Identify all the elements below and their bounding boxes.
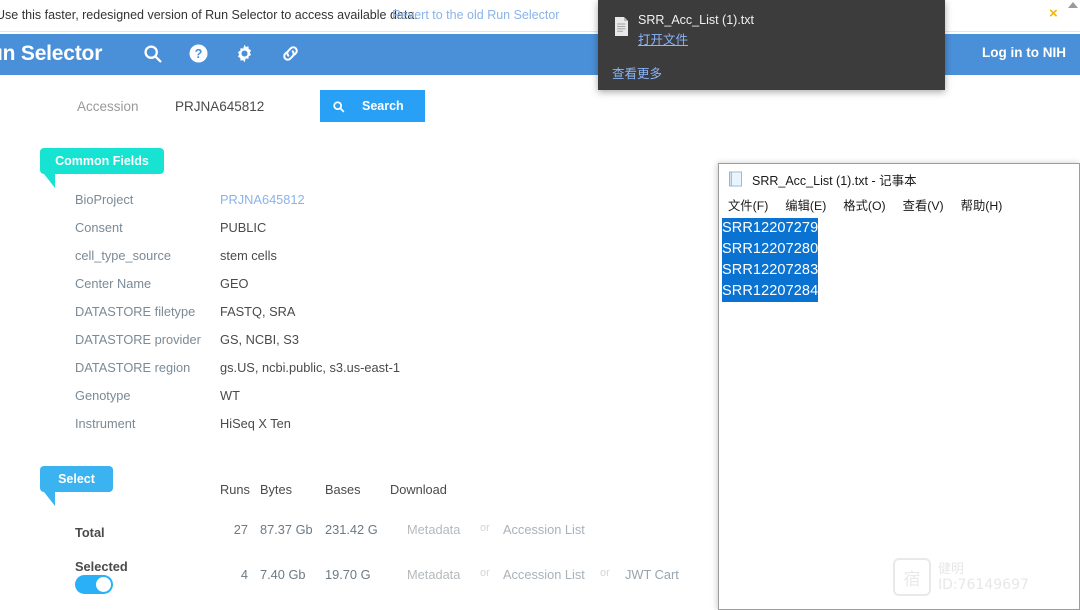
page-title: un Selector <box>0 42 103 65</box>
total-runs: 27 <box>233 522 248 537</box>
column-header-bases: Bases <box>325 482 361 497</box>
field-key: DATASTORE region <box>75 360 191 375</box>
table-row: DATASTORE filetype FASTQ, SRA <box>75 304 545 332</box>
help-icon[interactable]: ? <box>186 41 211 66</box>
notepad-titlebar[interactable]: SRR_Acc_List (1).txt - 记事本 <box>719 164 1079 194</box>
select-tag[interactable]: Select <box>40 466 113 506</box>
row-label-selected: Selected <box>75 559 128 574</box>
total-bytes: 87.37 Gb <box>260 522 313 537</box>
notepad-title: SRR_Acc_List (1).txt - 记事本 <box>752 173 917 188</box>
selected-metadata-link[interactable]: Metadata <box>407 567 460 582</box>
download-popup: SRR_Acc_List (1).txt 打开文件 查看更多 <box>598 0 945 90</box>
selected-toggle[interactable] <box>75 575 113 594</box>
text-line: SRR12207279 <box>722 218 819 239</box>
table-row-selected: 4 7.40 Gb 19.70 G Metadata or Accession … <box>215 567 735 610</box>
selected-bytes: 7.40 Gb <box>260 567 306 582</box>
table-row: cell_type_source stem cells <box>75 248 545 276</box>
selected-or-separator-2: or <box>600 567 610 579</box>
field-key: DATASTORE filetype <box>75 304 196 319</box>
search-button[interactable]: Search <box>320 90 425 122</box>
field-key: Consent <box>75 220 123 235</box>
total-accession-list-link[interactable]: Accession List <box>503 522 585 537</box>
search-icon[interactable] <box>140 41 165 66</box>
menu-view[interactable]: 查看(V) <box>903 196 944 214</box>
login-button[interactable]: Log in to NIH <box>982 45 1066 60</box>
file-icon <box>614 17 629 36</box>
download-table: Runs Bytes Bases Download 27 87.37 Gb 23… <box>215 482 735 610</box>
column-header-download: Download <box>390 482 447 497</box>
accession-label: Accession <box>77 99 139 114</box>
text-line: SRR12207284 <box>722 281 819 302</box>
total-bases: 231.42 G <box>325 522 378 537</box>
search-button-label: Search <box>362 99 404 113</box>
table-row: BioProject PRJNA645812 <box>75 192 545 220</box>
link-icon[interactable] <box>278 41 303 66</box>
table-row: Genotype WT <box>75 388 545 416</box>
table-row: Consent PUBLIC <box>75 220 545 248</box>
common-fields-table: BioProject PRJNA645812 Consent PUBLIC ce… <box>75 192 545 444</box>
gear-icon[interactable] <box>232 41 257 66</box>
total-metadata-link[interactable]: Metadata <box>407 522 460 537</box>
field-key: Center Name <box>75 276 152 291</box>
field-key: Genotype <box>75 388 131 403</box>
field-value: FASTQ, SRA <box>220 304 296 319</box>
field-key: cell_type_source <box>75 248 172 263</box>
download-filename: SRR_Acc_List (1).txt <box>638 13 755 27</box>
column-header-runs: Runs <box>220 482 250 497</box>
field-value: stem cells <box>220 248 277 263</box>
notepad-window: SRR_Acc_List (1).txt - 记事本 文件(F) 编辑(E) 格… <box>718 163 1080 610</box>
table-row: DATASTORE provider GS, NCBI, S3 <box>75 332 545 360</box>
notice-text: Use this faster, redesigned version of R… <box>0 8 418 22</box>
common-fields-tag[interactable]: Common Fields <box>40 148 164 188</box>
notepad-menubar: 文件(F) 编辑(E) 格式(O) 查看(V) 帮助(H) <box>719 194 1079 216</box>
revert-link[interactable]: Revert to the old Run Selector <box>392 8 559 22</box>
text-line: SRR12207283 <box>722 260 819 281</box>
selected-jwt-cart-link[interactable]: JWT Cart <box>625 567 679 582</box>
selected-runs: 4 <box>240 567 248 582</box>
open-file-link[interactable]: 打开文件 <box>638 29 688 48</box>
total-or-separator: or <box>480 522 490 534</box>
selected-accession-list-link[interactable]: Accession List <box>503 567 585 582</box>
table-row-total: 27 87.37 Gb 231.42 G Metadata or Accessi… <box>215 522 735 567</box>
menu-format[interactable]: 格式(O) <box>843 196 885 214</box>
select-tag-label: Select <box>58 472 95 486</box>
field-value: WT <box>220 388 240 403</box>
search-button-icon <box>332 100 345 113</box>
menu-file[interactable]: 文件(F) <box>728 196 768 214</box>
close-icon[interactable]: × <box>1049 6 1058 21</box>
notepad-textarea[interactable]: SRR12207279 SRR12207280 SRR12207283 SRR1… <box>720 216 1078 609</box>
field-value: HiSeq X Ten <box>220 416 291 431</box>
text-line: SRR12207280 <box>722 239 819 260</box>
selected-bases: 19.70 G <box>325 567 371 582</box>
table-row: DATASTORE region gs.US, ncbi.public, s3.… <box>75 360 545 388</box>
field-value[interactable]: PRJNA645812 <box>220 192 305 207</box>
screen: Use this faster, redesigned version of R… <box>0 0 1080 610</box>
field-value: PUBLIC <box>220 220 267 235</box>
field-key: BioProject <box>75 192 134 207</box>
field-value: GS, NCBI, S3 <box>220 332 299 347</box>
field-value: GEO <box>220 276 249 291</box>
field-key: DATASTORE provider <box>75 332 201 347</box>
menu-edit[interactable]: 编辑(E) <box>785 196 826 214</box>
row-label-total: Total <box>75 525 105 540</box>
table-row: Center Name GEO <box>75 276 545 304</box>
header-icon-group: ? <box>140 41 303 66</box>
column-header-bytes: Bytes <box>260 482 293 497</box>
download-table-header: Runs Bytes Bases Download <box>215 482 735 522</box>
svg-text:?: ? <box>195 47 203 61</box>
menu-help[interactable]: 帮助(H) <box>961 196 1003 214</box>
view-more-link[interactable]: 查看更多 <box>612 63 662 82</box>
accession-input[interactable]: PRJNA645812 <box>175 99 264 114</box>
scrollbar-up-arrow[interactable] <box>1068 2 1078 8</box>
notepad-icon <box>728 171 744 187</box>
field-value: gs.US, ncbi.public, s3.us-east-1 <box>220 360 400 375</box>
field-key: Instrument <box>75 416 136 431</box>
selected-or-separator-1: or <box>480 567 490 579</box>
common-fields-tag-label: Common Fields <box>55 154 149 168</box>
table-row: Instrument HiSeq X Ten <box>75 416 545 444</box>
